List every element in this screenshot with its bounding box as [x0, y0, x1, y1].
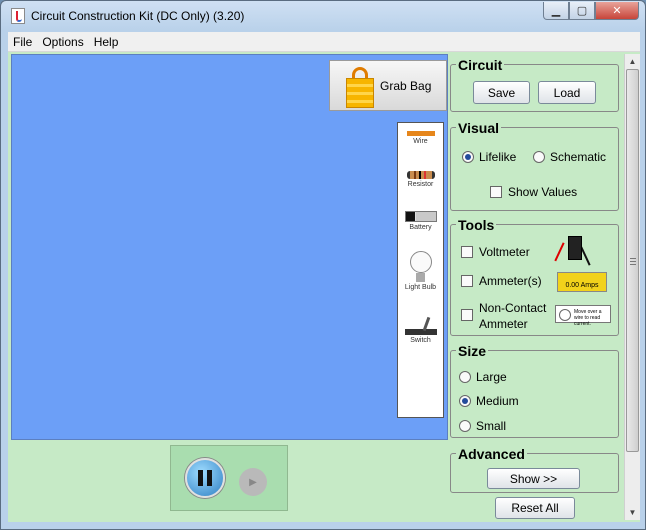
size-panel-title: Size	[456, 343, 489, 359]
voltmeter-checkbox[interactable]	[461, 246, 473, 258]
menu-help[interactable]: Help	[89, 35, 124, 49]
toolbox-label: Wire	[413, 138, 428, 145]
circuit-canvas[interactable]: Grab Bag Wire Resistor Battery Light Bul…	[11, 54, 448, 440]
circuit-panel: Circuit Save Load	[450, 57, 619, 112]
grip-icon	[630, 258, 636, 265]
circuit-panel-title: Circuit	[456, 57, 505, 73]
java-app-icon	[11, 8, 25, 24]
scroll-thumb[interactable]	[626, 69, 639, 452]
voltmeter-label: Voltmeter	[479, 245, 530, 259]
schematic-label: Schematic	[550, 150, 607, 164]
size-medium-label: Medium	[476, 394, 519, 408]
playback-controls: ▶	[170, 445, 288, 511]
wire-icon	[406, 131, 435, 136]
voltmeter-icon	[554, 236, 600, 270]
minimize-button[interactable]: ▁	[543, 2, 569, 20]
show-values-checkbox[interactable]	[490, 186, 502, 198]
noncontact-ammeter-checkbox[interactable]	[461, 309, 473, 321]
toolbox-wire[interactable]: Wire	[398, 131, 443, 145]
window-controls: ▁ ▢ ✕	[543, 2, 639, 20]
load-button[interactable]: Load	[538, 81, 596, 104]
lifelike-radio[interactable]	[462, 151, 474, 163]
light-bulb-icon	[409, 251, 432, 273]
tools-panel: Tools Voltmeter Ammeter(s) Non-Contact Am…	[450, 217, 619, 336]
size-small-option[interactable]: Small	[459, 419, 506, 433]
schematic-option[interactable]: Schematic	[533, 150, 606, 164]
window-title: Circuit Construction Kit (DC Only) (3.20…	[31, 9, 245, 23]
lifelike-label: Lifelike	[479, 150, 517, 164]
size-medium-option[interactable]: Medium	[459, 394, 519, 408]
menu-options[interactable]: Options	[37, 35, 88, 49]
toolbox-label: Light Bulb	[404, 284, 437, 291]
grab-bag-label: Grab Bag	[380, 79, 432, 93]
size-medium-radio[interactable]	[459, 395, 471, 407]
component-toolbox: Wire Resistor Battery Light Bulb Switch	[397, 122, 444, 418]
ammeter-readout: 0.00 Amps	[565, 282, 599, 289]
advanced-panel-title: Advanced	[456, 446, 527, 462]
switch-icon	[404, 316, 437, 335]
grab-bag-button[interactable]: Grab Bag	[329, 60, 447, 111]
noncontact-hint: Move over a wire to read current.	[574, 309, 602, 327]
schematic-radio[interactable]	[533, 151, 545, 163]
menu-file[interactable]: File	[8, 35, 37, 49]
size-large-option[interactable]: Large	[459, 370, 507, 384]
show-advanced-button[interactable]: Show >>	[487, 468, 580, 489]
size-large-label: Large	[476, 370, 507, 384]
toolbox-resistor[interactable]: Resistor	[398, 171, 443, 188]
save-button[interactable]: Save	[473, 81, 530, 104]
noncontact-label-line1: Non-Contact	[479, 301, 547, 315]
app-content: Grab Bag Wire Resistor Battery Light Bul…	[8, 52, 640, 522]
visual-panel-title: Visual	[456, 120, 501, 136]
size-panel: Size Large Medium Small	[450, 343, 619, 438]
show-values-option[interactable]: Show Values	[490, 185, 577, 199]
pause-button[interactable]	[185, 458, 225, 498]
size-small-radio[interactable]	[459, 420, 471, 432]
app-window: Circuit Construction Kit (DC Only) (3.20…	[0, 0, 646, 530]
size-large-radio[interactable]	[459, 371, 471, 383]
battery-icon	[404, 211, 437, 222]
ammeter-option[interactable]: Ammeter(s)	[461, 274, 542, 288]
ammeter-label: Ammeter(s)	[479, 274, 542, 288]
scroll-down-icon[interactable]: ▼	[625, 505, 640, 520]
noncontact-ammeter-option[interactable]: Non-Contact Ammeter	[461, 300, 546, 332]
ammeter-checkbox[interactable]	[461, 275, 473, 287]
toolbox-label: Resistor	[407, 181, 434, 188]
ammeter-icon: 0.00 Amps	[557, 272, 607, 292]
maximize-button[interactable]: ▢	[569, 2, 595, 20]
noncontact-ammeter-label: Non-Contact Ammeter	[479, 300, 546, 332]
toolbox-label: Switch	[410, 337, 431, 344]
visual-panel: Visual Lifelike Schematic Show Values	[450, 120, 619, 211]
close-button[interactable]: ✕	[595, 2, 639, 20]
title-bar[interactable]: Circuit Construction Kit (DC Only) (3.20…	[1, 1, 645, 31]
menu-bar: File Options Help	[8, 32, 640, 52]
voltmeter-option[interactable]: Voltmeter	[461, 245, 530, 259]
scroll-up-icon[interactable]: ▲	[625, 54, 640, 69]
step-button[interactable]: ▶	[239, 468, 267, 496]
lifelike-option[interactable]: Lifelike	[462, 150, 516, 164]
vertical-scrollbar[interactable]: ▲ ▼	[624, 54, 640, 520]
size-small-label: Small	[476, 419, 507, 433]
noncontact-label-line2: Ammeter	[479, 317, 528, 331]
toolbox-light-bulb[interactable]: Light Bulb	[398, 251, 443, 291]
resistor-icon	[406, 171, 435, 179]
reset-all-button[interactable]: Reset All	[495, 497, 575, 519]
show-values-label: Show Values	[508, 185, 578, 199]
toolbox-battery[interactable]: Battery	[398, 211, 443, 231]
advanced-panel: Advanced Show >>	[450, 446, 619, 493]
toolbox-switch[interactable]: Switch	[398, 316, 443, 344]
toolbox-label: Battery	[409, 224, 432, 231]
shopping-bag-icon	[344, 67, 376, 109]
tools-panel-title: Tools	[456, 217, 497, 233]
noncontact-ammeter-icon: Move over a wire to read current.	[555, 305, 611, 327]
